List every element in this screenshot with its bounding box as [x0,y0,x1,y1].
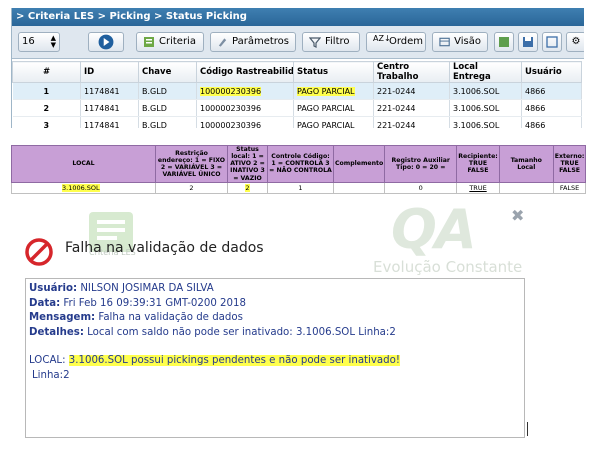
linha-line: Linha:2 [32,369,70,381]
error-details: Usuário: NILSON JOSIMAR DA SILVA Data: F… [25,278,525,438]
more-icon: ⚙ [571,36,581,47]
page-size-stepper[interactable]: 16 ▲ ▼ [18,32,60,52]
window-button[interactable] [542,32,562,52]
filtro-button[interactable]: Filtro [302,32,360,52]
view-icon [439,37,450,47]
column-header[interactable]: Local Entrega [449,61,522,83]
parametros-button[interactable]: Parâmetros [210,32,296,52]
criteria-icon [144,37,154,47]
picking-table: # ID Chave Código Rastreabilidade Status… [12,61,582,128]
column-header[interactable]: ID [80,61,139,83]
column-header[interactable]: Externo: TRUE FALSE [552,145,587,183]
text-cursor [527,422,528,436]
save-icon [523,37,533,47]
column-header[interactable]: Registro Auxiliar Tipo: 0 = 20 = [384,145,458,183]
column-header[interactable]: Restrição endereço: 1 = FIXO 2 = VARIÁVE… [155,145,228,183]
local-cell: 3.1006.SOL [62,183,100,192]
local-line: LOCAL: 3.1006.SOL possui pickings penden… [29,355,400,366]
export-icon [499,37,509,47]
ordem-button[interactable]: AZ↓ Ordem [366,32,426,52]
table-row[interactable]: 2 1174841 B.GLD 100000230396 PAGO PARCIA… [12,99,582,117]
window-icon [546,36,558,48]
dialog-title: Falha na validação de dados [65,240,264,256]
filter-icon [309,37,321,48]
error-icon [25,238,53,266]
highlighted-error: 3.1006.SOL possui pickings pendentes e n… [68,355,400,366]
close-icon[interactable]: ✖ [511,206,524,225]
column-header[interactable]: Código Rastreabilidade [196,61,294,83]
visao-button[interactable]: Visão [432,32,488,52]
detalhes-line: Detalhes: Local com saldo não pode ser i… [29,326,396,338]
run-button[interactable] [88,32,124,52]
watermark-subtitle: Evolução Constante [373,258,523,276]
column-header[interactable]: Recipiente: TRUE FALSE [456,145,500,183]
play-icon [98,34,114,50]
toolbar: 16 ▲ ▼ Criteria Parâmetros Filtro AZ↓ Ord… [12,26,584,59]
highlighted-code: 100000230396 [200,86,262,96]
column-header[interactable]: Complemento [332,145,386,183]
table-row[interactable]: 3.1006.SOL 2 2 1 0 TRUE FALSE [11,181,587,194]
column-header[interactable]: Tamanho Local [498,145,554,183]
stepper-arrows-icon[interactable]: ▲ ▼ [51,35,56,49]
column-header[interactable]: Controle Código: 1 = CONTROLA 3 = NÃO CO… [267,145,334,183]
column-header[interactable]: # [12,61,81,83]
params-icon [218,38,227,47]
more-button[interactable]: ⚙ [566,32,584,52]
data-line: Data: Fri Feb 16 09:39:31 GMT-0200 2018 [29,297,246,309]
mensagem-line: Mensagem: Falha na validação de dados [29,312,243,323]
column-header[interactable]: Status local: 1 = ATIVO 2 = INATIVO 3 = … [227,145,268,183]
criteria-button[interactable]: Criteria [136,32,204,52]
table-row[interactable]: 3 1174841 B.GLD 100000230396 PAGO PARCIA… [12,116,582,128]
save-button[interactable] [518,32,538,52]
breadcrumb: > Criteria LES > Picking > Status Pickin… [12,8,584,26]
column-header[interactable]: Chave [138,61,197,83]
criteria-logo-icon [89,212,133,252]
qa-watermark: QA [391,198,477,261]
picking-window: > Criteria LES > Picking > Status Pickin… [11,8,584,128]
page-size-value: 16 [22,36,35,47]
sort-icon: AZ↓ [373,34,391,43]
table-header: # ID Chave Código Rastreabilidade Status… [12,61,582,83]
highlighted-status: PAGO PARCIAL [297,86,355,96]
column-header[interactable]: Centro Trabalho [373,61,450,83]
usuario-line: Usuário: NILSON JOSIMAR DA SILVA [29,283,214,294]
column-header[interactable]: LOCAL [11,145,156,183]
local-table-header: LOCAL Restrição endereço: 1 = FIXO 2 = V… [11,145,587,183]
table-row[interactable]: 1 1174841 B.GLD 100000230396 PAGO PARCIA… [12,82,582,100]
error-dialog: Criteria LES QA Evolução Constante ✖ Fal… [11,198,527,438]
column-header[interactable]: Usuário [521,61,582,83]
local-table: LOCAL Restrição endereço: 1 = FIXO 2 = V… [11,145,587,194]
column-header[interactable]: Status [293,61,374,83]
export-button[interactable] [494,32,514,52]
status-cell: 2 [245,183,250,192]
